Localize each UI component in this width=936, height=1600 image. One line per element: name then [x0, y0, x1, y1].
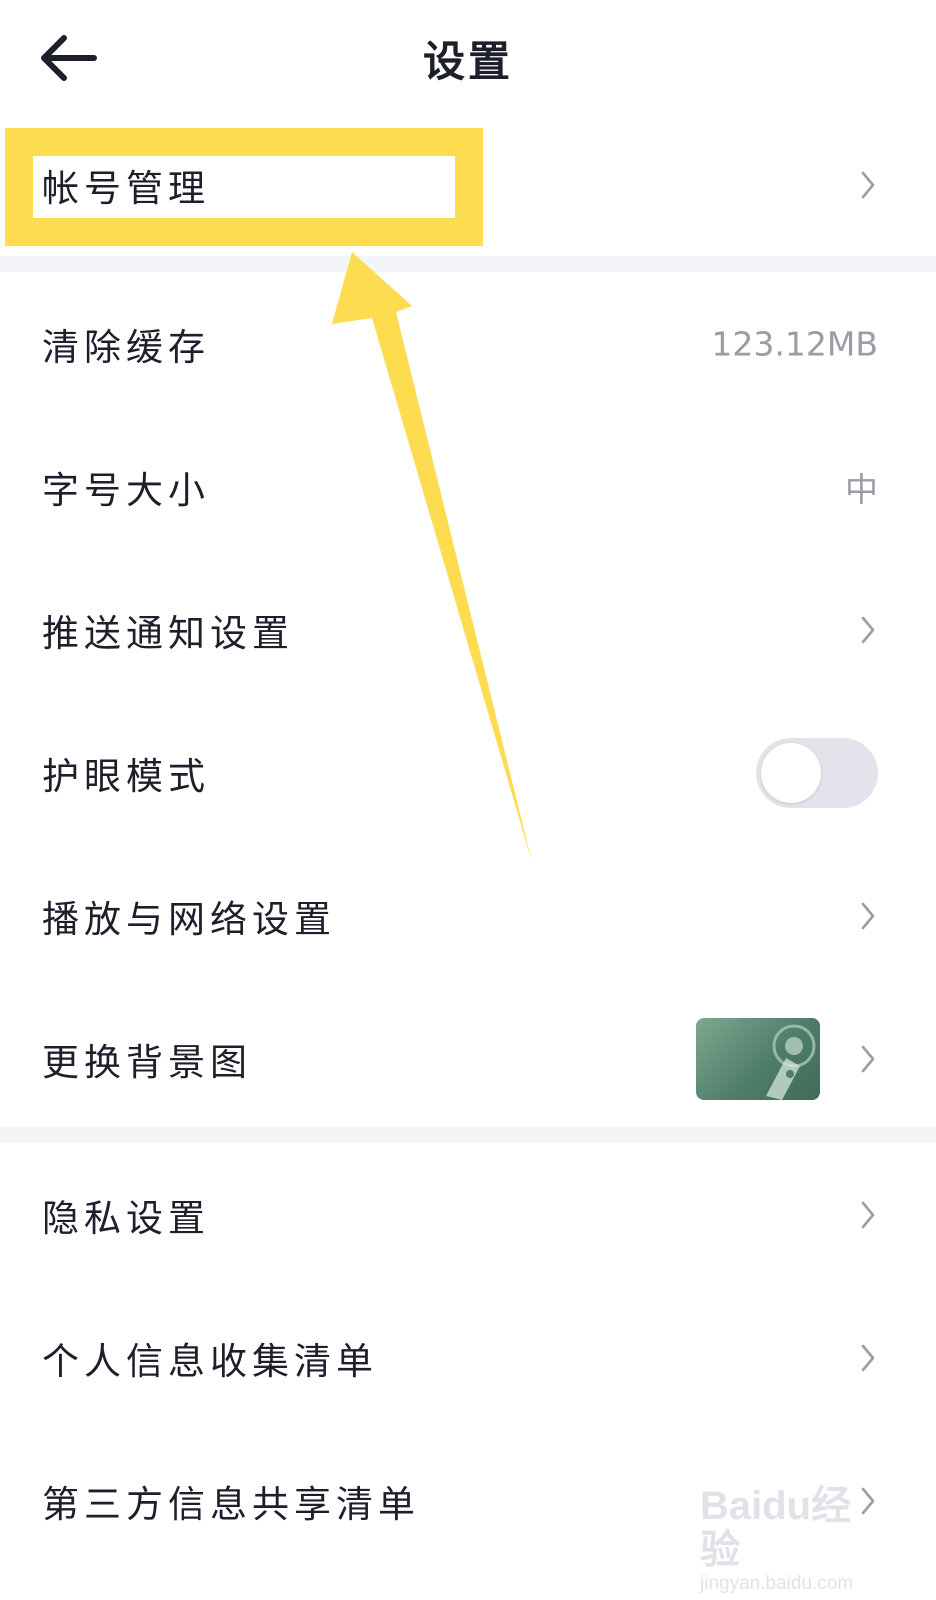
settings-item-label: 帐号管理: [42, 166, 210, 210]
background-thumbnail: [696, 1017, 820, 1100]
chevron-right-icon: [861, 1344, 875, 1371]
settings-item-label: 清除缓存: [42, 325, 210, 369]
settings-item-label: 个人信息收集清单: [42, 1339, 378, 1383]
chevron-right-icon: [861, 1201, 875, 1228]
section-divider: [0, 1127, 936, 1143]
toggle-knob: [761, 742, 821, 803]
page-title: 设置: [422, 37, 513, 86]
background-preview-image: [766, 1024, 816, 1100]
chevron-right-icon: [861, 616, 875, 643]
settings-item-privacy[interactable]: 隐私设置: [0, 1143, 936, 1286]
settings-item-account[interactable]: 帐号管理: [0, 113, 936, 256]
settings-item-label: 字号大小: [42, 468, 210, 512]
settings-item-eye-protection: 护眼模式: [0, 701, 936, 844]
settings-item-background[interactable]: 更换背景图: [0, 987, 936, 1130]
settings-item-third-party-list[interactable]: 第三方信息共享清单: [0, 1429, 936, 1572]
header-bar: 设置: [0, 0, 936, 120]
section-divider: [0, 256, 936, 272]
watermark-url: jingyan.baidu.com: [700, 1573, 854, 1594]
cache-size-value: 123.12MB: [711, 324, 878, 363]
chevron-right-icon: [861, 171, 875, 198]
settings-item-playback-network[interactable]: 播放与网络设置: [0, 844, 936, 987]
settings-item-label: 隐私设置: [42, 1196, 210, 1240]
font-size-value: 中: [845, 469, 878, 509]
chevron-right-icon: [861, 1045, 875, 1072]
settings-item-font-size[interactable]: 字号大小 中: [0, 415, 936, 558]
eye-protection-toggle[interactable]: [756, 737, 878, 808]
settings-item-label: 播放与网络设置: [42, 897, 336, 941]
settings-item-clear-cache[interactable]: 清除缓存 123.12MB: [0, 272, 936, 415]
settings-item-label: 更换背景图: [42, 1040, 252, 1084]
settings-item-label: 护眼模式: [42, 754, 210, 798]
settings-item-personal-info-list[interactable]: 个人信息收集清单: [0, 1286, 936, 1429]
settings-item-push-notifications[interactable]: 推送通知设置: [0, 558, 936, 701]
settings-item-label: 第三方信息共享清单: [42, 1482, 420, 1526]
chevron-right-icon: [861, 902, 875, 929]
chevron-right-icon: [861, 1487, 875, 1514]
settings-item-label: 推送通知设置: [42, 611, 294, 655]
